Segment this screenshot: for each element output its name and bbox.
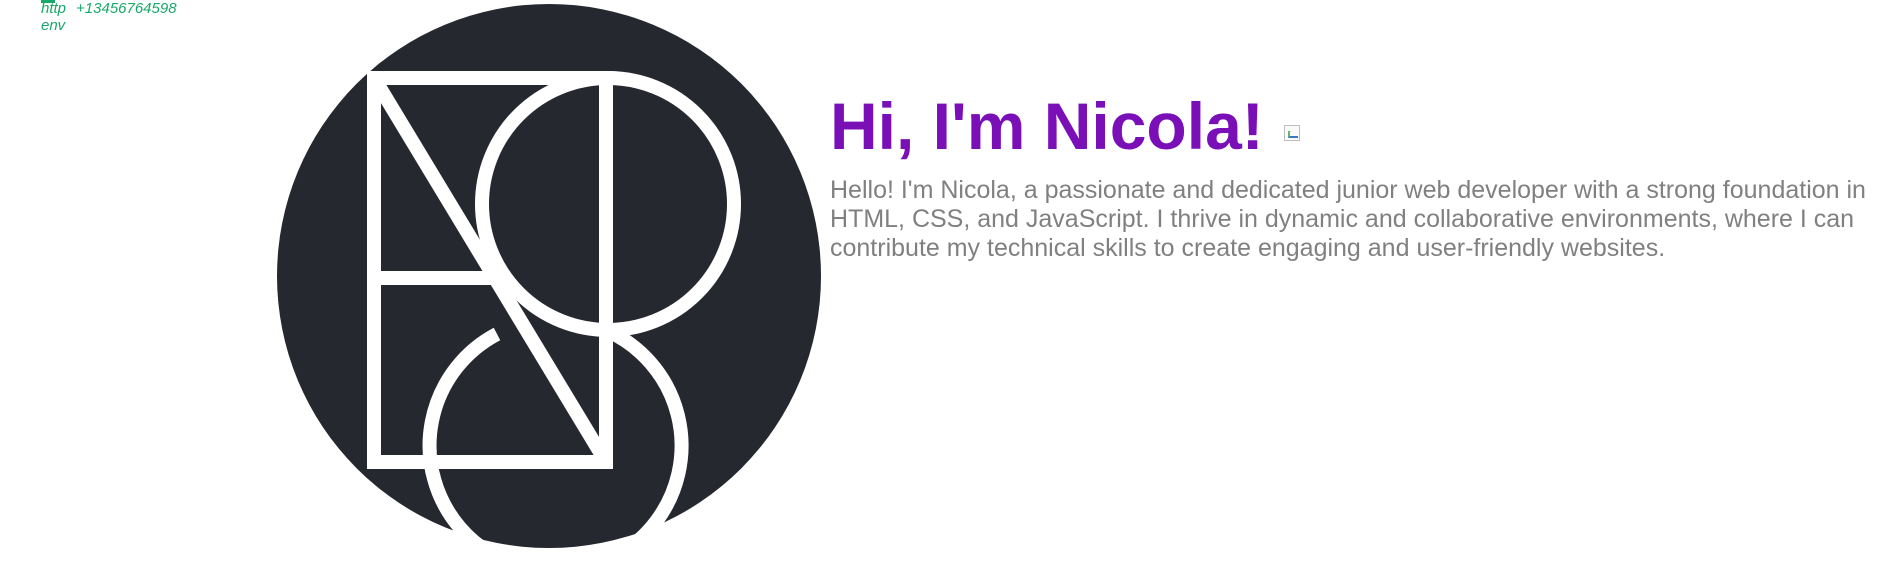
contact-link-label-2[interactable]: env — [41, 17, 65, 34]
ng-monogram-logo-icon — [277, 4, 821, 548]
contact-row: http +13456764598 — [41, 0, 177, 17]
contact-info: http +13456764598 env — [41, 0, 177, 34]
page-title: Hi, I'm Nicola! — [830, 89, 1264, 163]
intro-paragraph: Hello! I'm Nicola, a passionate and dedi… — [830, 176, 1866, 262]
page: http +13456764598 env Hi, I'm Nicola! He… — [0, 0, 1892, 570]
hero-section: Hi, I'm Nicola! Hello! I'm Nicola, a pas… — [830, 88, 1880, 263]
contact-row-2: env — [41, 17, 177, 34]
title-row: Hi, I'm Nicola! — [830, 88, 1880, 164]
link-icon — [41, 0, 55, 3]
phone-number[interactable]: +13456764598 — [76, 0, 177, 17]
broken-image-icon — [1283, 125, 1300, 141]
